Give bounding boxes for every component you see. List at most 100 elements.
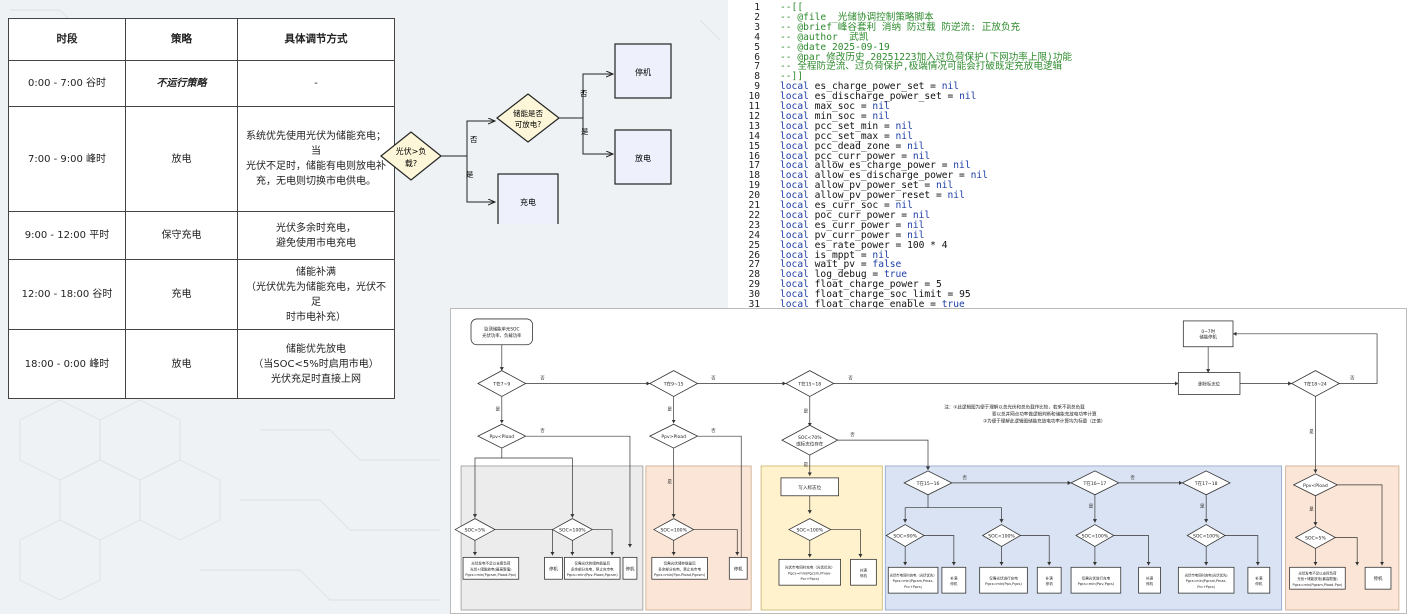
output-pv-surplus-charge-a-label: 仅需光伏的储存能量后 (574, 561, 610, 566)
output-pv-only-charge-a-label: Pgcs=min(Ppv,Pgcs) (985, 582, 1022, 586)
output-pv-storage-discharge-b-label: 光伏发电不足以支撑负荷 (1298, 571, 1337, 576)
output-pv-storage-discharge-a-label: 光伏发电不足以支撑负荷 (471, 561, 511, 566)
box-stop-label: 停机 (635, 67, 651, 77)
output-pv-grid-charge-b-label: 光伏市电同时充电（光伏优先） (890, 573, 937, 578)
output-stop-b-label: 停机 (626, 565, 635, 572)
output-pv-grid-charge-b-label: Pgcs=min(Pgcsm,Pmax- (893, 579, 935, 583)
cell-detail-line: 储能补满 (296, 266, 336, 278)
output-pv-surplus-charge-b-label: 多余部分充电，禁止充市电 (658, 566, 701, 571)
cell-strategy: 保守充电 (125, 211, 238, 260)
decision-pv-load-line1: 光伏>负 (396, 146, 427, 156)
decision-t-17-18-label: T在17~18 (1194, 480, 1218, 487)
cell-detail-line: - (314, 78, 318, 89)
branch-label: 否 (963, 475, 968, 481)
branch-label: 是 (667, 406, 672, 412)
decision-t-16-17-label: T在16~17 (1083, 480, 1107, 487)
decision-soc-gt-5-b-label: SOC>5% (1305, 535, 1326, 541)
cell-period: 7:00 - 9:00 峰时 (8, 106, 126, 212)
output-stop-c-label: 停机 (734, 565, 743, 572)
box-charge-label: 充电 (520, 197, 536, 207)
output-stop-d-label: 停机 (1374, 575, 1383, 582)
cell-detail-line: 光伏充足时直接上网 (271, 373, 361, 385)
decision-soc-lt-100-e-label: SOC<100% (1082, 533, 1109, 539)
code-token: -- 全程防逆流、过负荷保护,极端情况可能会打破既定充放电逻辑 (780, 61, 1063, 73)
branch-label: 是 (496, 406, 501, 412)
reset-flag-box-label: 删除标志位 (1198, 380, 1220, 387)
detailed-strategy-flowchart: 监测储能单元SOC光伏功率、负载功率 0~7时储能停机 T在7~9 T在9~15 T在1… (450, 308, 1407, 614)
simple-strategy-flowchart: 光伏>负 载? 否 是 储能是否 可放电? 否 是 停机 放电 充电 (380, 43, 672, 224)
code-token: nil (970, 170, 988, 182)
output-keep-full-d-label: 补满 (1146, 575, 1154, 580)
label-no-1: 否 (470, 135, 478, 144)
code-text: -- 全程防逆流、过负荷保护,极端情况可能会打破既定充放电逻辑 (780, 62, 1062, 72)
decision-soc-70-label: 或标志位存在 (796, 440, 824, 447)
zone-7-9 (460, 465, 644, 611)
label-yes-1: 是 (466, 170, 474, 179)
table-row: 0:00 - 7:00 谷时 不运行策略 - (8, 60, 395, 107)
connector (837, 439, 931, 470)
decision-storage-discharge: 储能是否 可放电? (496, 93, 560, 143)
decision-soc-gt-5-label: SOC>5% (465, 528, 486, 534)
output-pv-surplus-charge-b-label: Pgcs=min(Ppv-Pload,Pgcsm) (654, 573, 706, 577)
decision-t-9-15-label: T在9~15 (663, 380, 684, 387)
cell-period: 12:00 - 18:00 谷时 (8, 259, 126, 330)
code-token: nil (959, 91, 977, 103)
branch-label: 否 (1350, 376, 1355, 382)
output-pv-storage-discharge-a-label: 光伏+储能放电(最高限值) (470, 566, 512, 571)
cell-strategy: 不运行策略 (125, 60, 238, 107)
output-keep-full-b-label: 补满 (950, 575, 958, 580)
output-pv-grid-charge-c-label: 光伏市电同时充电(光伏优先) (1185, 573, 1229, 578)
branch-label: 否 (1130, 475, 1135, 481)
decision-soc-lt-100-c-label: SOC<100% (797, 528, 824, 534)
lua-code-panel: 1 --[[2 -- @file _光储协调控制策略脚本 3 -- @brief 峰谷套… (728, 0, 1407, 314)
output-pv-only-charge-b-label: 仅需光伏进行充电 (1082, 575, 1111, 580)
cell-detail-line: 储能优先放电 (286, 343, 346, 355)
table-row: 7:00 - 9:00 峰时 放电 系统优先使用光伏为储能充电；当 光伏不足时，储能有… (8, 106, 395, 212)
cell-detail-line: 系统优先使用光伏为储能充电；当 (246, 131, 386, 157)
branch-label: 是 (804, 462, 809, 468)
output-pv-grid-charge-a-label: Pcc+Ppcs) (800, 577, 819, 581)
branch-label: 否 (711, 376, 716, 382)
cell-strategy: 放电 (125, 329, 238, 399)
decision-soc-lt-100-f-label: SOC<100% (1193, 533, 1220, 539)
cell-detail: 光伏多余时充电， 避免使用市电充电 (237, 211, 395, 260)
output-pv-only-charge-b-label: Pgcs=min(Ppv,Pgcs) (1078, 582, 1115, 586)
table-row: 18:00 - 0:00 峰时 放电 储能优先放电 （当SOC<5%时启用市电） 光伏充… (8, 329, 395, 399)
start-box-label: 监测储能单元SOC (484, 326, 519, 333)
output-pv-surplus-charge-b-label: 仅需光伏储存能量后 (664, 561, 696, 566)
branch-label: 否 (540, 428, 545, 434)
cell-detail-line: 避免使用市电充电 (276, 237, 356, 249)
output-keep-full-b-label: 停机 (950, 581, 958, 586)
cell-detail-line: 时市电补充） (286, 311, 346, 323)
output-keep-full-e-label: 停机 (1255, 581, 1263, 586)
strategy-table: 时段 策略 具体调节方式 0:00 - 7:00 谷时 不运行策略 - 7:00 - … (8, 18, 395, 399)
note-text: 要以总并网点功率做逻辑判断和储能充放电功率计算 (992, 410, 1097, 417)
output-pv-storage-discharge-b-label: Pgcs=min(Pgcsm,Pload-Ppv) (1293, 583, 1343, 587)
output-pv-only-charge-a-label: 仅需光伏进行充电 (989, 575, 1018, 580)
branch-label: 否 (848, 376, 853, 382)
code-token: 100 * 4 (907, 239, 948, 251)
cell-detail: 系统优先使用光伏为储能充电；当 光伏不足时，储能有电则放电补 充，无电则切换市电供电… (237, 106, 395, 212)
cell-detail-line: （光伏优先为储能充电，光伏不足 (246, 281, 386, 308)
output-keep-full-c-label: 停机 (1046, 581, 1054, 586)
decision-storage-line2: 可放电? (515, 119, 541, 129)
output-pv-grid-charge-c-label: Pcc+Ppcs) (1197, 585, 1215, 589)
decision-storage-line1: 储能是否 (513, 108, 543, 118)
note-text: ②为便于理解此逻辑图储能充放电功率计算均为标量（正值） (983, 417, 1105, 424)
table-row: 12:00 - 18:00 谷时 充电 储能补满 （光伏优先为储能充电，光伏不足 时市电… (8, 259, 395, 330)
branch-label: 否 (711, 428, 716, 434)
cell-detail-line: 充，无电则切换市电供电。 (256, 176, 376, 187)
decision-soc-lt-100-d-label: SOC<100% (988, 533, 1015, 539)
branch-label: 否 (850, 432, 855, 438)
start-box-label: 光伏功率、负载功率 (482, 332, 522, 339)
label-no-2: 否 (580, 89, 588, 98)
output-keep-full-d-label: 停机 (1146, 581, 1154, 586)
output-pv-surplus-charge-a-label: Pgcs=min(Ppv-Pload,Pgcsm) (567, 573, 619, 577)
note-text: 注：①此逻辑图为便于理解以总光伏和总负载作比较，若采不到总负载 (944, 403, 1085, 410)
cell-detail-line: （当SOC<5%时启用市电） (253, 358, 379, 370)
code-token: nil (947, 190, 965, 202)
cell-period: 9:00 - 12:00 平时 (8, 211, 126, 260)
decision-soc-lt-100-a-label: SOC<100% (559, 528, 586, 534)
decision-pv-load: 光伏>负 载? (380, 131, 442, 181)
table-row: 9:00 - 12:00 平时 保守充电 光伏多余时充电， 避免使用市电充电 (8, 211, 395, 260)
